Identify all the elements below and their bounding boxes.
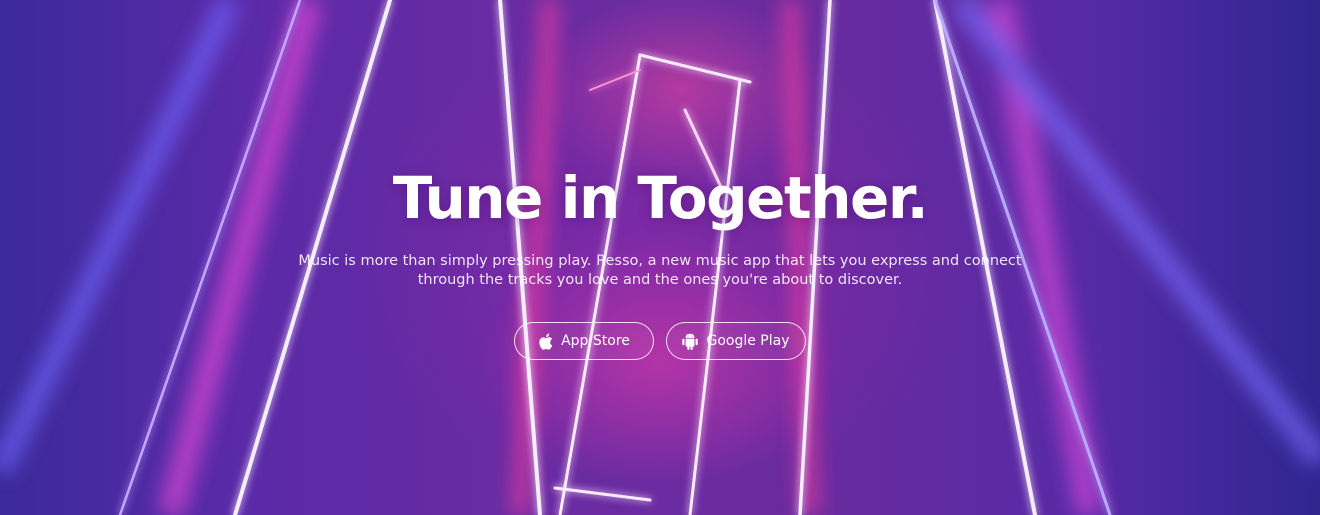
- google-play-button[interactable]: Google Play: [666, 322, 806, 360]
- app-store-label: App Store: [561, 333, 630, 349]
- app-store-button[interactable]: App Store: [514, 322, 654, 360]
- hero-content: Tune in Together. Music is more than sim…: [0, 160, 1320, 360]
- hero-section: Tune in Together. Music is more than sim…: [0, 0, 1320, 515]
- google-play-label: Google Play: [706, 333, 790, 349]
- hero-subtitle: Music is more than simply pressing play.…: [290, 252, 1030, 290]
- download-buttons: App Store Google Play: [0, 322, 1320, 360]
- subtitle-line-1: Music is more than simply pressing play.…: [298, 253, 1022, 269]
- page-title: Tune in Together.: [392, 164, 929, 232]
- subtitle-line-2: through the tracks you love and the ones…: [417, 272, 903, 288]
- android-icon: [682, 332, 699, 350]
- apple-icon: [538, 333, 553, 350]
